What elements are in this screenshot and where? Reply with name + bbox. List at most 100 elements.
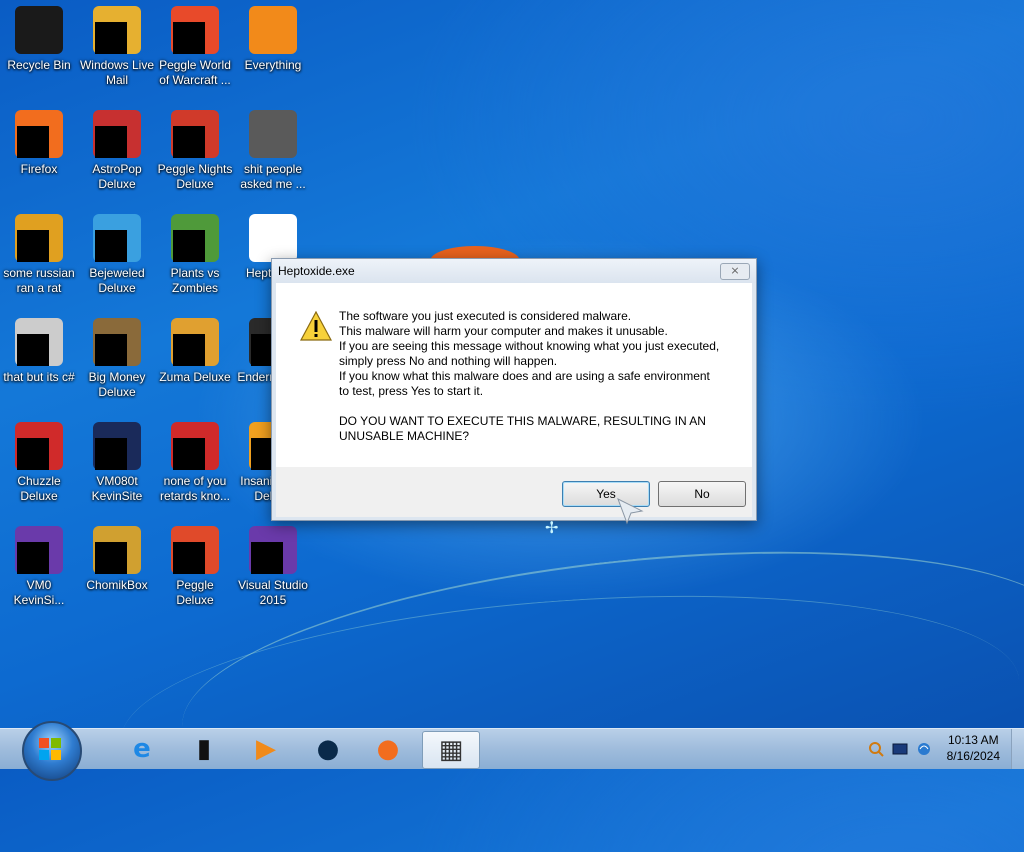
redaction-box (95, 542, 127, 574)
desktop-icon[interactable]: that but its c# (0, 312, 78, 385)
desktop-icon[interactable]: Recycle Bin (0, 0, 78, 73)
redaction-box (95, 438, 127, 470)
desktop-icon-label: Firefox (20, 162, 58, 176)
desktop-icon[interactable]: Bejeweled Deluxe (78, 208, 156, 296)
desktop-icon[interactable]: Everything (234, 0, 312, 73)
clock-date: 8/16/2024 (946, 749, 1000, 763)
redaction-box (95, 126, 127, 158)
no-button[interactable]: No (658, 481, 746, 507)
system-clock[interactable]: 10:13 AM 8/16/2024 (947, 732, 1000, 764)
desktop-icon-label: Big Money Deluxe (88, 370, 146, 399)
taskbar-app-button[interactable]: ● (300, 731, 356, 767)
desktop-icon-label: Bejeweled Deluxe (89, 266, 145, 295)
peggle-icon (171, 6, 219, 54)
desktop-icon[interactable]: Peggle Nights Deluxe (156, 104, 234, 192)
warning-icon (300, 311, 332, 341)
desktop-icon[interactable]: Firefox (0, 104, 78, 177)
astropop-icon (93, 110, 141, 158)
bejeweled-icon (93, 214, 141, 262)
redaction-box (17, 438, 49, 470)
redaction-box (95, 334, 127, 366)
chuzzle-icon (15, 422, 63, 470)
desktop-icon[interactable]: VM080t KevinSite (78, 416, 156, 504)
monitor-tray-icon[interactable] (892, 741, 908, 757)
desktop-icon[interactable]: shit people asked me ... (234, 104, 312, 192)
desktop-icon[interactable]: some russian ran a rat (0, 208, 78, 296)
vm-icon (15, 526, 63, 574)
desktop-icon-label: VM0 KevinSi... (13, 578, 65, 607)
desktop-icon[interactable]: Visual Studio 2015 (234, 520, 312, 608)
redaction-box (173, 126, 205, 158)
chomikbox-icon (93, 526, 141, 574)
redaction-box (251, 542, 283, 574)
wallpaper-glow-2 (113, 568, 1024, 852)
big-money-icon (93, 318, 141, 366)
clock-time: 10:13 AM (947, 733, 999, 747)
dialog-body: The software you just executed is consid… (276, 283, 752, 467)
redaction-box (95, 230, 127, 262)
dialog-titlebar[interactable]: Heptoxide.exe (272, 259, 756, 283)
desktop-icon[interactable]: none of you retards kno... (156, 416, 234, 504)
redaction-box (17, 126, 49, 158)
recycle-bin-icon (15, 6, 63, 54)
internet-explorer-icon: e (133, 734, 151, 764)
desktop-icon-label: Chuzzle Deluxe (17, 474, 61, 503)
heptoxide-icon: ▦ (438, 735, 464, 765)
peggle-deluxe-icon (171, 526, 219, 574)
mouse-cursor-icon (617, 497, 644, 525)
desktop-icon[interactable]: Big Money Deluxe (78, 312, 156, 400)
desktop-icon-label: Recycle Bin (7, 58, 71, 72)
dialog-title: Heptoxide.exe (278, 264, 355, 278)
malware-warning-dialog: Heptoxide.exe ⨯ The software you just ex… (271, 258, 757, 521)
redaction-box (17, 230, 49, 262)
dialog-footer: Yes No (276, 467, 752, 517)
globe-icon: ● (316, 734, 340, 764)
zuma-icon (171, 318, 219, 366)
search-tray-icon[interactable] (868, 741, 884, 757)
redaction-box (173, 22, 205, 54)
start-button[interactable] (22, 721, 82, 781)
dialog-message-details: The software you just executed is consid… (339, 309, 720, 398)
monitor-icon (93, 422, 141, 470)
firefox-icon: ● (376, 734, 400, 764)
redaction-box (17, 542, 49, 574)
desktop-icon-label: none of you retards kno... (159, 474, 231, 503)
taskbar-app-button[interactable]: e (114, 731, 170, 767)
network-tray-icon[interactable] (916, 741, 932, 757)
peggle-nights-icon (171, 110, 219, 158)
redaction-box (173, 542, 205, 574)
firefox-icon (15, 110, 63, 158)
desktop-icon[interactable]: Windows Live Mail (78, 0, 156, 88)
desktop-icon[interactable]: VM0 KevinSi... (0, 520, 78, 608)
dialog-close-button[interactable]: ⨯ (720, 263, 750, 280)
desktop-icon-label: AstroPop Deluxe (92, 162, 142, 191)
taskbar-app-button[interactable]: ▶ (238, 731, 294, 767)
desktop-icon[interactable]: Peggle Deluxe (156, 520, 234, 608)
stack-icon (15, 318, 63, 366)
exe-file-icon (249, 214, 297, 262)
windows-logo-icon (39, 738, 61, 760)
desktop-icon-label: Peggle Deluxe (176, 578, 214, 607)
folder-icon (249, 110, 297, 158)
desktop-icon-label: Peggle Nights Deluxe (157, 162, 233, 191)
app-icon (15, 214, 63, 262)
dialog-message-question: DO YOU WANT TO EXECUTE THIS MALWARE, RES… (339, 414, 706, 443)
redaction-box (173, 334, 205, 366)
desktop-icon[interactable]: Peggle World of Warcraft ... (156, 0, 234, 88)
pvz-icon (171, 214, 219, 262)
desktop-icon-label: shit people asked me ... (240, 162, 306, 191)
desktop-icon[interactable]: Zuma Deluxe (156, 312, 234, 385)
desktop-icon[interactable]: Plants vs Zombies (156, 208, 234, 296)
taskbar-app-button[interactable]: ● (360, 731, 416, 767)
desktop-icon-label: some russian ran a rat (3, 266, 75, 295)
terminal-icon: ▮ (196, 734, 212, 764)
desktop-icon-label: that but its c# (3, 370, 75, 384)
taskbar-app-button[interactable]: ▦ (422, 731, 480, 769)
desktop-icon[interactable]: ChomikBox (78, 520, 156, 593)
taskbar-app-button[interactable]: ▮ (176, 731, 232, 767)
mail-icon (93, 6, 141, 54)
desktop-icon[interactable]: AstroPop Deluxe (78, 104, 156, 192)
desktop-icon[interactable]: Chuzzle Deluxe (0, 416, 78, 504)
visual-studio-icon (249, 526, 297, 574)
show-desktop-button[interactable] (1011, 729, 1024, 769)
